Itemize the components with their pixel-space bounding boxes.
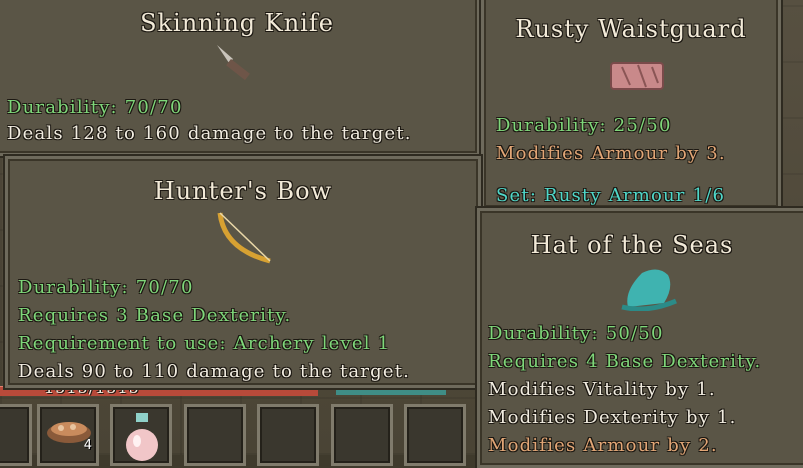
hat-icon	[621, 269, 677, 311]
tooltip-rusty-waistguard: Rusty Waistguard Durability: 25/50 Modif…	[481, 0, 781, 210]
hotbar-slot-5[interactable]	[257, 404, 319, 466]
hotbar-slot-6[interactable]	[331, 404, 393, 466]
durability-text: Durability: 50/50	[488, 323, 664, 344]
requirement-dexterity-text: Requires 4 Base Dexterity.	[488, 351, 762, 372]
tooltip-hat-of-the-seas: Hat of the Seas Durability: 50/50 Requir…	[477, 208, 803, 468]
durability-text: Durability: 70/70	[18, 277, 194, 298]
item-name: Hat of the Seas	[530, 231, 734, 259]
durability-text: Durability: 70/70	[7, 97, 183, 118]
slot-count: 4	[83, 438, 92, 453]
set-text: Set: Rusty Armour 1/6	[496, 185, 726, 206]
damage-text: Deals 90 to 110 damage to the target.	[18, 361, 411, 382]
bow-icon	[217, 212, 271, 264]
hotbar-slot-4[interactable]	[184, 404, 246, 466]
requirement-dexterity-text: Requires 3 Base Dexterity.	[18, 305, 292, 326]
modifier-vitality-text: Modifies Vitality by 1.	[488, 379, 716, 400]
knife-icon	[217, 45, 250, 81]
modifier-armour-text: Modifies Armour by 2.	[488, 435, 718, 456]
modifier-text: Modifies Armour by 3.	[496, 143, 726, 164]
hotbar-slot-3[interactable]	[110, 404, 172, 466]
hotbar-slot-7[interactable]	[404, 404, 466, 466]
waistguard-icon	[610, 62, 664, 90]
item-name: Skinning Knife	[140, 9, 334, 37]
damage-text: Deals 128 to 160 damage to the target.	[7, 123, 412, 144]
tooltip-skinning-knife: Skinning Knife Durability: 70/70 Deals 1…	[0, 0, 480, 156]
potion-icon	[126, 413, 158, 461]
tooltip-hunters-bow: Hunter's Bow Durability: 70/70 Requires …	[5, 156, 481, 388]
item-name: Hunter's Bow	[153, 177, 333, 205]
modifier-dexterity-text: Modifies Dexterity by 1.	[488, 407, 737, 428]
requirement-skill-text: Requirement to use: Archery level 1	[18, 333, 391, 354]
item-name: Rusty Waistguard	[515, 15, 747, 43]
hotbar-slot-2[interactable]: 4	[37, 404, 99, 466]
durability-text: Durability: 25/50	[496, 115, 672, 136]
hotbar-slot-1[interactable]	[0, 404, 32, 466]
